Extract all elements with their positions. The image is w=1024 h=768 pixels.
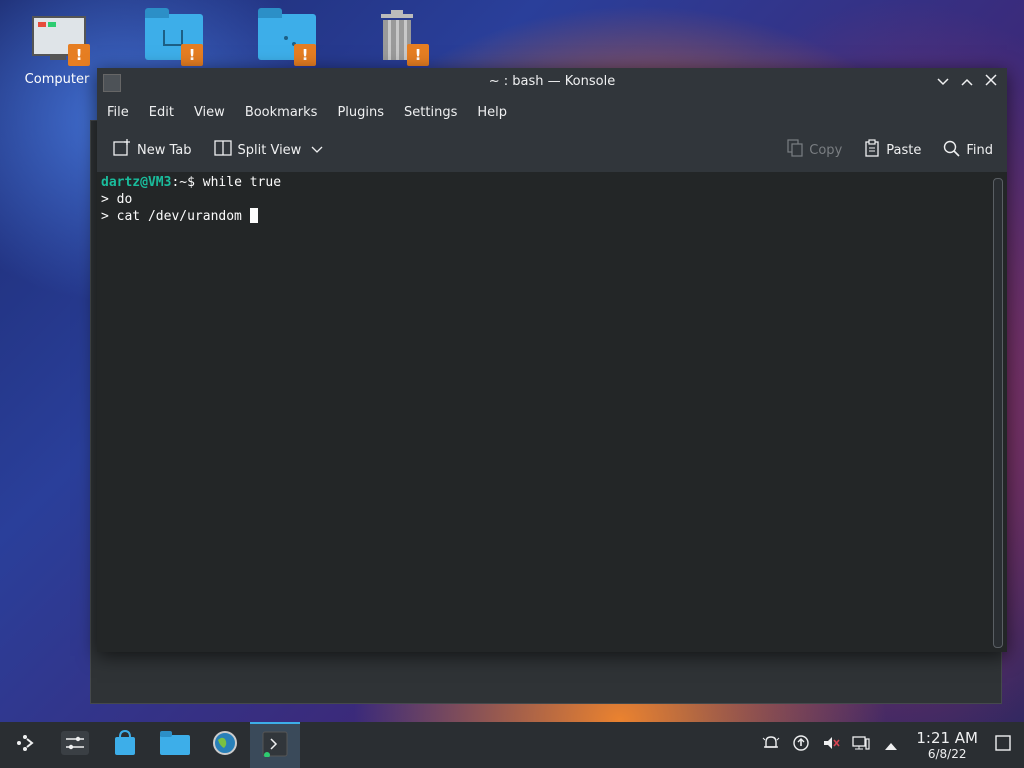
desktop-icon-network[interactable]: !	[238, 8, 328, 66]
desktop-icon-home[interactable]: !	[125, 8, 215, 66]
chevron-down-icon[interactable]	[311, 143, 323, 158]
konsole-window: ~ : bash — Konsole File Edit View Bookma…	[97, 68, 1007, 652]
prompt-user-host: dartz@VM3	[101, 175, 172, 190]
paste-button[interactable]: Paste	[858, 139, 927, 161]
split-view-label: Split View	[237, 142, 302, 158]
vertical-scrollbar[interactable]	[993, 178, 1003, 648]
copy-button[interactable]: Copy	[781, 139, 848, 161]
sliders-icon	[61, 731, 89, 759]
tray-expand-arrow-icon[interactable]	[876, 736, 906, 754]
copy-icon	[787, 139, 803, 161]
launcher-icon	[13, 731, 37, 759]
home-folder-icon: !	[141, 8, 203, 66]
menu-plugins[interactable]: Plugins	[329, 105, 392, 120]
menu-bar: File Edit View Bookmarks Plugins Setting…	[97, 96, 1007, 128]
paste-icon	[864, 139, 880, 161]
show-desktop-button[interactable]	[988, 735, 1018, 755]
clock-time: 1:21 AM	[916, 729, 978, 747]
new-tab-button[interactable]: New Tab	[107, 139, 198, 161]
title-bar[interactable]: ~ : bash — Konsole	[97, 68, 1007, 96]
window-title: ~ : bash — Konsole	[488, 74, 616, 89]
computer-icon: !	[28, 8, 90, 66]
system-tray: 1:21 AM 6/8/22	[756, 722, 1024, 768]
desktop-icon-label: Computer	[24, 72, 90, 87]
warning-badge: !	[294, 44, 316, 66]
volume-muted-icon[interactable]	[816, 734, 846, 756]
terminal-line-text: > cat /dev/urandom	[101, 209, 250, 224]
taskbar-browser[interactable]	[200, 722, 250, 768]
taskbar-settings[interactable]	[50, 722, 100, 768]
copy-label: Copy	[809, 142, 843, 158]
search-icon	[943, 140, 960, 161]
menu-bookmarks[interactable]: Bookmarks	[237, 105, 326, 120]
warning-badge: !	[68, 44, 90, 66]
maximize-button[interactable]	[957, 72, 977, 92]
close-button[interactable]	[981, 72, 1001, 92]
menu-help[interactable]: Help	[469, 105, 515, 120]
clock-date: 6/8/22	[927, 747, 967, 761]
network-folder-icon: !	[254, 8, 316, 66]
folder-icon	[160, 731, 190, 759]
text-cursor	[249, 208, 258, 223]
minimize-button[interactable]	[933, 72, 953, 92]
menu-settings[interactable]: Settings	[396, 105, 465, 120]
notifications-icon[interactable]	[756, 734, 786, 756]
find-button[interactable]: Find	[937, 140, 999, 161]
trash-icon: !	[367, 8, 429, 66]
taskbar: 1:21 AM 6/8/22	[0, 722, 1024, 768]
paste-label: Paste	[886, 142, 922, 158]
taskbar-discover[interactable]	[100, 722, 150, 768]
terminal-line: > do	[101, 192, 133, 207]
updates-icon[interactable]	[786, 734, 816, 756]
taskbar-konsole[interactable]	[250, 722, 300, 768]
menu-edit[interactable]: Edit	[141, 105, 182, 120]
warning-badge: !	[407, 44, 429, 66]
desktop-icon-computer[interactable]: ! Computer	[12, 8, 102, 87]
terminal-command: while true	[202, 175, 282, 190]
warning-badge: !	[181, 44, 203, 66]
terminal-line: > cat /dev/urandom	[97, 208, 1007, 225]
prompt-tail: :~$	[171, 175, 203, 190]
desktop-icon-trash[interactable]: !	[351, 8, 441, 66]
new-tab-label: New Tab	[137, 142, 192, 158]
network-icon[interactable]	[846, 734, 876, 756]
menu-view[interactable]: View	[186, 105, 233, 120]
terminal-area[interactable]: dartz@VM3:~$ while true > do > cat /dev/…	[97, 172, 1007, 652]
digital-clock[interactable]: 1:21 AM 6/8/22	[916, 729, 978, 761]
show-desktop-icon	[995, 735, 1011, 755]
terminal-line: dartz@VM3:~$ while true	[97, 174, 1007, 191]
terminal-icon	[262, 731, 288, 761]
globe-icon	[212, 730, 238, 760]
split-view-icon	[213, 139, 232, 161]
menu-file[interactable]: File	[99, 105, 137, 120]
app-launcher-button[interactable]	[0, 722, 50, 768]
store-bag-icon	[112, 729, 138, 760]
new-tab-icon	[113, 139, 131, 161]
find-label: Find	[966, 142, 993, 158]
taskbar-file-manager[interactable]	[150, 722, 200, 768]
toolbar: New Tab Split View Copy Paste Find	[97, 128, 1007, 173]
split-view-button[interactable]: Split View	[208, 139, 330, 161]
